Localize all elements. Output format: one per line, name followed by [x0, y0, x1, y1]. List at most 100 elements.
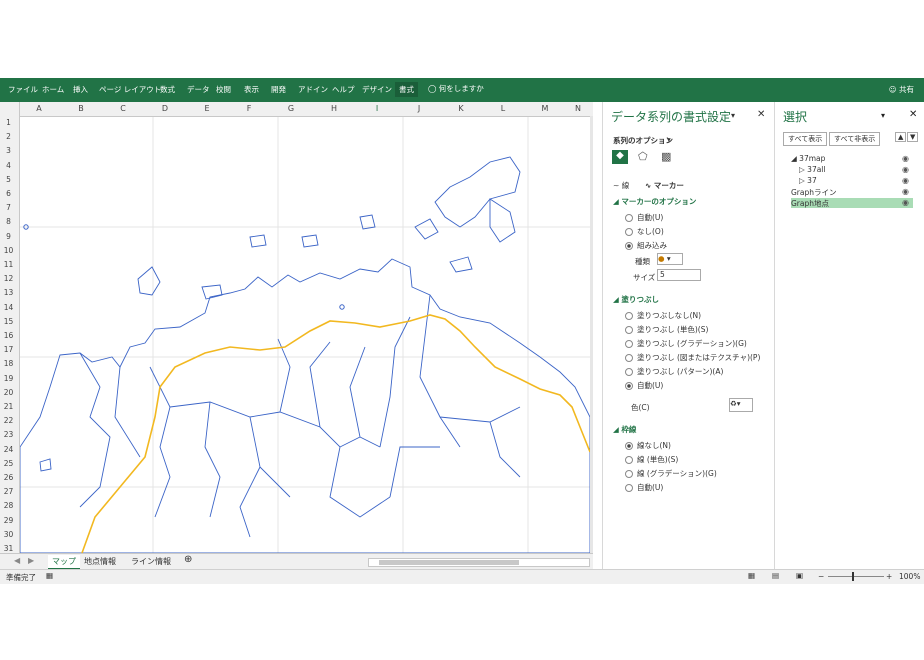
row-header[interactable]: 8 — [0, 217, 17, 226]
page-layout-view-icon[interactable]: ▤ — [772, 571, 779, 580]
tab-help[interactable]: ヘルプ — [332, 84, 355, 95]
radio-fill-solid[interactable]: 塗りつぶし (単色)(S) — [625, 324, 708, 335]
row-header[interactable]: 11 — [0, 260, 17, 269]
macro-record-icon[interactable]: ▦ — [46, 571, 53, 580]
column-header[interactable]: I — [356, 104, 398, 113]
row-header[interactable]: 31 — [0, 544, 17, 553]
row-header[interactable]: 3 — [0, 146, 17, 155]
sheet-tab-points[interactable]: 地点情報 — [80, 555, 120, 568]
column-header[interactable]: C — [102, 104, 144, 113]
row-header[interactable]: 19 — [0, 374, 17, 383]
row-header[interactable]: 13 — [0, 288, 17, 297]
eye-icon[interactable]: ◉ — [902, 198, 909, 207]
marker-size-input[interactable]: 5 — [657, 269, 701, 281]
radio-border-gradient[interactable]: 線 (グラデーション)(G) — [625, 468, 717, 479]
series-options-dropdown[interactable]: 系列のオプション — [613, 135, 673, 146]
column-header[interactable]: D — [144, 104, 186, 113]
column-header[interactable]: F — [228, 104, 270, 113]
eye-icon[interactable]: ◉ — [902, 165, 909, 174]
horizontal-scrollbar[interactable] — [368, 558, 590, 567]
row-header[interactable]: 10 — [0, 246, 17, 255]
normal-view-icon[interactable]: ▦ — [748, 571, 755, 580]
collapse-icon[interactable]: ▷ — [799, 176, 805, 185]
row-header[interactable]: 7 — [0, 203, 17, 212]
tell-me-box[interactable]: ◯ 何をしますか — [428, 83, 484, 94]
page-break-view-icon[interactable]: ▣ — [796, 571, 803, 580]
sheet-nav-right-icon[interactable]: ▶ — [24, 555, 38, 566]
close-icon[interactable]: ✕ — [757, 109, 765, 120]
share-button[interactable]: ☺ 共有 — [889, 84, 914, 95]
sheet-tab-map[interactable]: マップ — [48, 555, 80, 570]
series-options-icon[interactable]: ▩ — [661, 150, 671, 163]
column-header[interactable]: J — [398, 104, 440, 113]
column-header[interactable]: L — [482, 104, 524, 113]
radio-fill-pattern[interactable]: 塗りつぶし (パターン)(A) — [625, 366, 723, 377]
send-backward-button[interactable]: ▼ — [907, 132, 919, 142]
eye-icon[interactable]: ◉ — [902, 176, 909, 185]
row-header[interactable]: 29 — [0, 516, 17, 525]
marker-type-dropdown[interactable]: ● ▾ — [657, 253, 683, 265]
radio-fill-auto[interactable]: 自動(U) — [625, 380, 663, 391]
pane-options-chevron-icon[interactable]: ▾ — [881, 111, 885, 120]
subtab-marker[interactable]: ∿ マーカー — [645, 180, 684, 191]
tab-insert[interactable]: 挿入 — [73, 84, 88, 95]
row-header[interactable]: 5 — [0, 175, 17, 184]
zoom-in-icon[interactable]: + — [886, 572, 892, 581]
hide-all-button[interactable]: すべて非表示 — [829, 132, 881, 146]
row-header[interactable]: 21 — [0, 402, 17, 411]
column-header[interactable]: N — [566, 104, 590, 113]
column-header[interactable]: G — [270, 104, 312, 113]
tab-format[interactable]: 書式 — [395, 82, 418, 97]
row-header[interactable]: 20 — [0, 388, 17, 397]
sheet-tab-lines[interactable]: ライン情報 — [127, 555, 175, 568]
radio-border-auto[interactable]: 自動(U) — [625, 482, 663, 493]
tab-formulas[interactable]: 数式 — [160, 84, 175, 95]
column-header[interactable]: K — [440, 104, 482, 113]
column-header[interactable]: A — [18, 104, 60, 113]
add-sheet-icon[interactable]: ⊕ — [180, 553, 196, 566]
tab-data[interactable]: データ — [187, 84, 210, 95]
zoom-slider-thumb[interactable] — [852, 572, 854, 581]
show-all-button[interactable]: すべて表示 — [783, 132, 828, 146]
row-header[interactable]: 6 — [0, 189, 17, 198]
column-header[interactable]: H — [313, 104, 355, 113]
row-header[interactable]: 22 — [0, 416, 17, 425]
tab-design[interactable]: デザイン — [362, 84, 392, 95]
effects-icon[interactable]: ⬠ — [638, 150, 648, 163]
tab-home[interactable]: ホーム — [42, 84, 64, 95]
row-header[interactable]: 26 — [0, 473, 17, 482]
tab-addins[interactable]: アドイン — [298, 84, 328, 95]
row-header[interactable]: 16 — [0, 331, 17, 340]
row-header[interactable]: 27 — [0, 487, 17, 496]
sheet-nav-left-icon[interactable]: ◀ — [10, 555, 24, 566]
row-header[interactable]: 30 — [0, 530, 17, 539]
eye-icon[interactable]: ◉ — [902, 187, 909, 196]
column-header[interactable]: M — [524, 104, 566, 113]
bring-forward-button[interactable]: ▲ — [895, 132, 907, 142]
cell-area[interactable] — [20, 117, 590, 553]
fill-color-picker[interactable]: ♻▾ — [729, 398, 753, 412]
eye-icon[interactable]: ◉ — [902, 154, 909, 163]
column-header[interactable]: B — [60, 104, 102, 113]
row-header[interactable]: 14 — [0, 303, 17, 312]
expand-icon[interactable]: ◢ — [791, 154, 797, 163]
selection-item[interactable]: ▷ 37all ◉ — [791, 165, 913, 175]
map-chart[interactable] — [20, 117, 590, 553]
row-header[interactable]: 15 — [0, 317, 17, 326]
zoom-out-icon[interactable]: − — [818, 572, 824, 581]
row-header[interactable]: 24 — [0, 445, 17, 454]
selection-item[interactable]: ◢ 37map ◉ — [791, 154, 913, 164]
radio-fill-picture[interactable]: 塗りつぶし (図またはテクスチャ)(P) — [625, 352, 760, 363]
close-icon[interactable]: ✕ — [909, 109, 917, 120]
selection-item[interactable]: Graph地点 ◉ — [791, 198, 913, 208]
row-header[interactable]: 17 — [0, 345, 17, 354]
tab-view[interactable]: 表示 — [244, 84, 259, 95]
zoom-level[interactable]: 100% — [899, 572, 920, 581]
tab-review[interactable]: 校閲 — [216, 84, 231, 95]
radio-fill-gradient[interactable]: 塗りつぶし (グラデーション)(G) — [625, 338, 747, 349]
pane-options-chevron-icon[interactable]: ▾ — [731, 111, 735, 120]
row-header[interactable]: 4 — [0, 161, 17, 170]
subtab-line[interactable]: ∼ 線 — [613, 180, 629, 191]
worksheet-grid[interactable]: A B C D E F G H I J K L M N 1 2 3 4 5 6 7 8 9 10 1… — [0, 102, 593, 553]
radio-fill-none[interactable]: 塗りつぶしなし(N) — [625, 310, 701, 321]
